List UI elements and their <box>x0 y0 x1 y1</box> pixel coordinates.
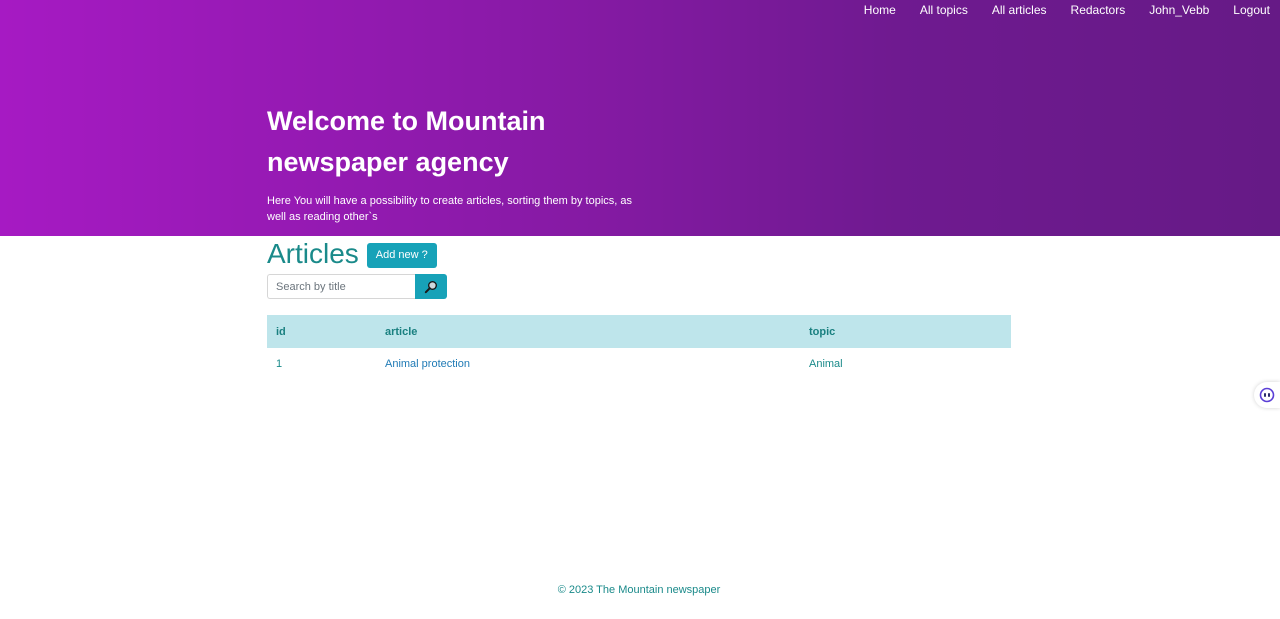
assistant-face-icon <box>1259 387 1275 403</box>
table-row: 1 Animal protection Animal <box>267 348 1011 380</box>
articles-header: Articles Add new ? <box>267 236 437 272</box>
magnifier-icon <box>424 280 437 293</box>
nav-home[interactable]: Home <box>864 3 896 17</box>
search-form <box>267 274 447 299</box>
column-header-article: article <box>385 325 418 338</box>
table-header-row: id article topic <box>267 315 1011 348</box>
nav-all-topics[interactable]: All topics <box>920 3 968 17</box>
row-id: 1 <box>276 358 283 370</box>
page-title: Articles <box>267 238 359 269</box>
column-header-topic: topic <box>809 325 836 338</box>
hero-banner: Home All topics All articles Redactors J… <box>0 0 1280 236</box>
hero-description: Here You will have a possibility to crea… <box>267 195 633 223</box>
assistant-widget-button[interactable] <box>1254 382 1280 408</box>
search-input[interactable] <box>267 274 415 299</box>
articles-table-container: id article topic 1 Animal protection Ani… <box>267 315 1011 380</box>
topic-link[interactable]: Animal <box>809 358 843 370</box>
nav-all-articles[interactable]: All articles <box>992 3 1047 17</box>
top-navigation: Home All topics All articles Redactors J… <box>840 3 1270 17</box>
search-button[interactable] <box>415 274 447 299</box>
column-header-id: id <box>276 325 286 338</box>
nav-redactors[interactable]: Redactors <box>1071 3 1126 17</box>
nav-user-profile[interactable]: John_Vebb <box>1149 3 1209 17</box>
article-link[interactable]: Animal protection <box>385 358 470 370</box>
footer-copyright: © 2023 The Mountain newspaper <box>557 584 721 596</box>
hero-title: Welcome to Mountain newspaper agency <box>267 106 546 177</box>
articles-table: id article topic 1 Animal protection Ani… <box>267 315 1011 380</box>
add-article-button[interactable]: Add new ? <box>366 242 437 268</box>
nav-logout[interactable]: Logout <box>1233 3 1270 17</box>
